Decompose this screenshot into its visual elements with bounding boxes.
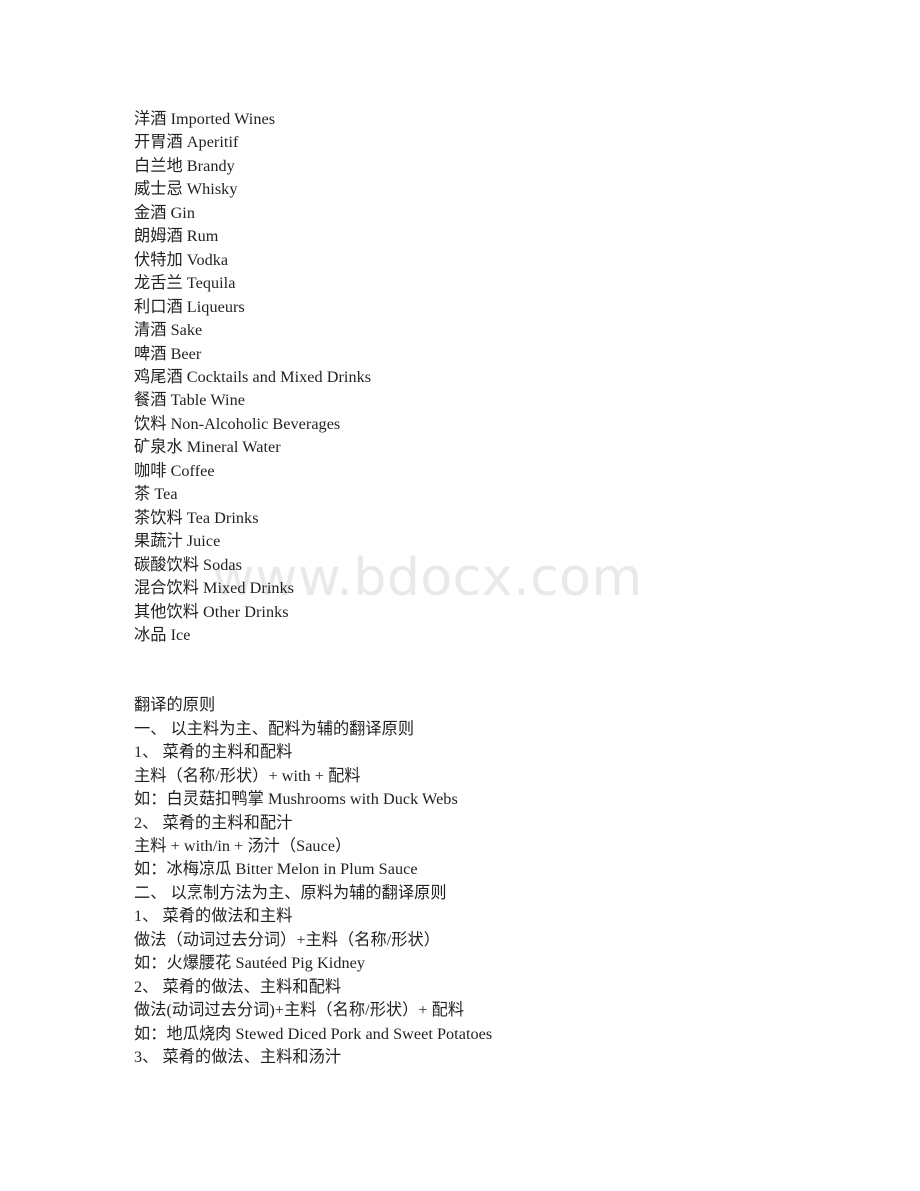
text-line: 如：火爆腰花 Sautéed Pig Kidney	[134, 954, 366, 973]
text-line: 咖啡 Coffee	[134, 461, 215, 480]
text-line: 3、 菜肴的做法、主料和汤汁	[134, 1048, 342, 1067]
document-page: www.bdocx.com 洋酒 Imported Wines 开胃酒 Aperi…	[0, 0, 920, 1191]
text-line: 1、 菜肴的做法和主料	[134, 907, 293, 926]
text-line: 做法（动词过去分词）+主料（名称/形状）	[134, 930, 440, 949]
text-line: 龙舌兰 Tequila	[134, 274, 236, 293]
text-line: 如：冰梅凉瓜 Bitter Melon in Plum Sauce	[134, 860, 418, 879]
text-line: 翻译的原则	[134, 696, 216, 715]
text-line: 茶饮料 Tea Drinks	[134, 508, 259, 527]
text-line: 利口酒 Liqueurs	[134, 297, 245, 316]
text-line: 如：地瓜烧肉 Stewed Diced Pork and Sweet Potat…	[134, 1024, 493, 1043]
text-line: 金酒 Gin	[134, 203, 196, 222]
text-line: 洋酒 Imported Wines	[134, 110, 276, 128]
text-line: 伏特加 Vodka	[134, 250, 229, 269]
text-line: 二、 以烹制方法为主、原料为辅的翻译原则	[134, 883, 447, 902]
beverage-glossary-section: 洋酒 Imported Wines 开胃酒 Aperitif 白兰地 Brandy 威…	[134, 108, 834, 647]
text-line: 做法(动词过去分词)+主料（名称/形状）+ 配料	[134, 1001, 465, 1020]
text-line: 其他饮料 Other Drinks	[134, 602, 289, 621]
text-line: 混合饮料 Mixed Drinks	[134, 579, 295, 598]
text-line: 茶 Tea	[134, 485, 178, 504]
text-line: 开胃酒 Aperitif	[134, 133, 239, 152]
text-line: 矿泉水 Mineral Water	[134, 438, 281, 457]
text-line: 果蔬汁 Juice	[134, 532, 221, 551]
text-line: 1、 菜肴的主料和配料	[134, 743, 293, 762]
text-line: 碳酸饮料 Sodas	[134, 555, 242, 574]
text-line: 餐酒 Table Wine	[134, 391, 245, 410]
text-line: 如：白灵菇扣鸭掌 Mushrooms with Duck Webs	[134, 790, 458, 809]
text-line: 主料（名称/形状）+ with + 配料	[134, 766, 361, 785]
translation-principles-section: 翻译的原则一、 以主料为主、配料为辅的翻译原则 1、 菜肴的主料和配料主料（名称/…	[134, 694, 834, 1069]
text-line: 鸡尾酒 Cocktails and Mixed Drinks	[134, 367, 372, 386]
text-line: 2、 菜肴的做法、主料和配料	[134, 977, 342, 996]
text-line: 饮料 Non-Alcoholic Beverages	[134, 414, 341, 433]
text-line: 白兰地 Brandy	[134, 156, 235, 175]
text-line: 冰品 Ice	[134, 625, 191, 644]
text-line: 主料 + with/in + 汤汁（Sauce）	[134, 837, 352, 856]
document-content: 洋酒 Imported Wines 开胃酒 Aperitif 白兰地 Brandy 威…	[134, 108, 834, 1070]
text-line: 2、 菜肴的主料和配汁	[134, 813, 293, 832]
text-line: 啤酒 Beer	[134, 344, 202, 363]
text-line: 威士忌 Whisky	[134, 180, 238, 199]
text-line: 清酒 Sake	[134, 321, 203, 340]
text-line: 朗姆酒 Rum	[134, 227, 219, 246]
text-line: 一、 以主料为主、配料为辅的翻译原则	[134, 719, 415, 738]
